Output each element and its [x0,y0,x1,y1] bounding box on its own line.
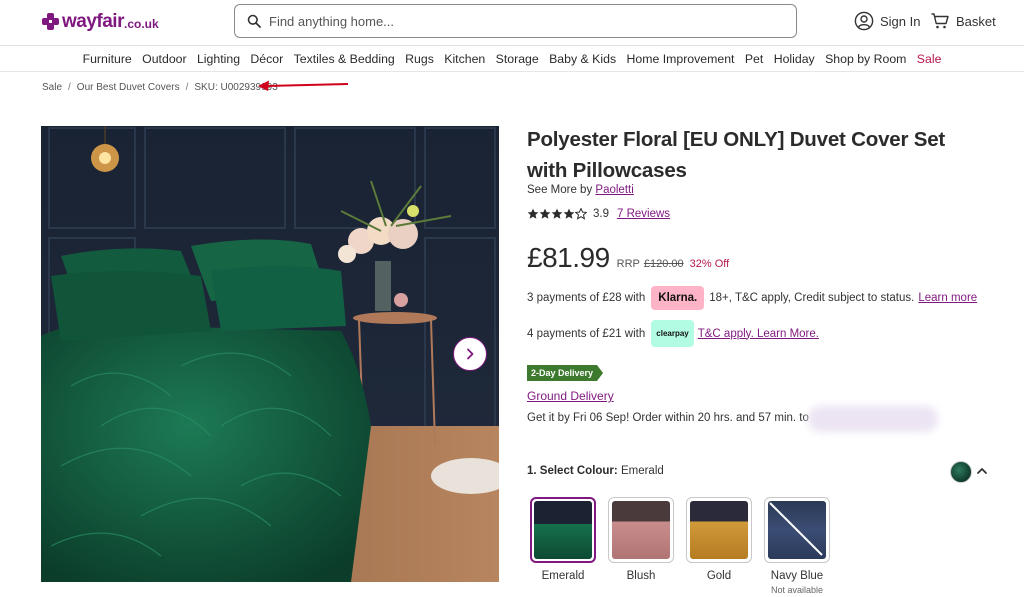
nav-item-storage[interactable]: Storage [496,52,539,66]
logo-mark-icon [42,13,60,31]
chevron-up-icon[interactable] [976,466,988,476]
swatch-navy-blue[interactable] [764,497,830,563]
klarna-row: 3 payments of £28 with Klarna. 18+, T&C … [527,286,977,310]
rrp-value: £120.00 [643,258,684,270]
rating-stars [527,208,587,220]
clearpay-text: 4 payments of £21 with [527,327,646,340]
discount-badge: 32% Off [689,258,730,270]
nav-item-pet[interactable]: Pet [745,52,763,66]
swatch-label-navy-blue: Navy Blue [770,570,824,582]
breadcrumb-duvet-covers[interactable]: Our Best Duvet Covers [77,82,180,93]
basket-button[interactable]: Basket [930,11,996,31]
star-empty-icon [575,208,587,220]
breadcrumb: Sale / Our Best Duvet Covers / SKU: U002… [42,82,278,93]
category-nav: Furniture Outdoor Lighting Décor Textile… [0,47,1024,72]
rating-value: 3.9 [593,208,609,220]
breadcrumb-separator: / [185,82,189,93]
see-more-label: See More by [527,184,593,196]
bedroom-photo [41,126,499,582]
brand-link[interactable]: Paoletti [595,184,633,196]
postcode-redacted[interactable] [808,406,938,432]
klarna-learn-more-link[interactable]: Learn more [918,292,977,304]
search-icon [247,14,261,28]
delivery-badge: 2-Day Delivery [527,365,604,381]
breadcrumb-separator: / [68,82,71,93]
nav-item-baby-kids[interactable]: Baby & Kids [549,52,616,66]
swatch-label-gold: Gold [706,570,732,582]
klarna-text: 3 payments of £28 with [527,292,646,304]
star-filled-icon [563,208,575,219]
product-image[interactable] [41,126,499,582]
search-input[interactable] [269,13,769,29]
nav-item-textiles-bedding[interactable]: Textiles & Bedding [294,52,395,66]
star-filled-icon [539,208,551,219]
logo-text: wayfair [62,11,124,32]
product-rating: 3.9 7 Reviews [527,208,670,220]
site-header: wayfair .co.uk Sign In Basket [0,0,1024,46]
swatch-emerald-image [534,501,592,559]
user-icon [854,11,874,31]
clearpay-learn-more-link[interactable]: T&C apply. Learn More. [698,328,819,340]
nav-item-home-improvement[interactable]: Home Improvement [626,52,734,66]
nav-item-rugs[interactable]: Rugs [405,52,434,66]
product-title: Polyester Floral [EU ONLY] Duvet Cover S… [527,128,946,182]
ground-delivery-link[interactable]: Ground Delivery [527,389,614,403]
swatch-label-emerald: Emerald [541,570,585,582]
swatch-label-blush: Blush [626,570,656,582]
swatch-gold-image [690,501,748,559]
star-filled-icon [551,208,563,219]
nav-item-shop-by-room[interactable]: Shop by Room [825,52,906,66]
nav-item-furniture[interactable]: Furniture [83,52,132,66]
colour-label: 1. Select Colour: [527,465,618,477]
swatch-blush-image [612,501,670,559]
see-more-brand: See More by Paoletti [527,184,634,196]
rrp-label: RRP [616,258,640,270]
clearpay-row: 4 payments of £21 with clearpay T&C appl… [527,320,819,347]
chevron-right-icon [467,348,474,360]
nav-item-sale[interactable]: Sale [917,52,942,66]
colour-value: Emerald [620,465,664,477]
next-image-button[interactable] [453,337,487,371]
nav-item-outdoor[interactable]: Outdoor [142,52,186,66]
sale-price: £81.99 [527,242,610,273]
nav-item-lighting[interactable]: Lighting [197,52,240,66]
star-filled-icon [527,208,539,219]
sign-in-label: Sign In [880,13,921,29]
rrp: RRP £120.00 [617,258,684,270]
nav-item-decor[interactable]: Décor [250,52,283,66]
swatch-blush[interactable] [608,497,674,563]
breadcrumb-sale[interactable]: Sale [42,82,62,93]
unavailable-slash-icon [769,502,823,556]
swatch-emerald[interactable] [530,497,596,563]
delivery-estimate: Get it by Fri 06 Sep! Order within 20 hr… [527,412,809,424]
swatch-availability-navy-blue: Not available [770,585,824,595]
price-row: £81.99 RRP £120.00 32% Off [527,242,729,274]
sign-in-button[interactable]: Sign In [854,11,920,31]
selected-colour-swatch [950,461,972,483]
nav-item-kitchen[interactable]: Kitchen [444,52,485,66]
klarna-terms: 18+, T&C apply, Credit subject to status… [709,292,915,304]
reviews-link[interactable]: 7 Reviews [617,208,670,220]
klarna-logo: Klarna. [651,286,705,310]
search-box[interactable] [234,4,797,38]
logo-tld: .co.uk [123,17,159,31]
swatch-navy-blue-image [768,501,826,559]
cart-icon [931,13,949,29]
colour-selector-label: 1. Select Colour: Emerald [527,465,664,477]
basket-label: Basket [956,13,996,29]
nav-item-holiday[interactable]: Holiday [774,52,815,66]
annotation-arrow-icon [258,80,349,91]
clearpay-logo: clearpay [651,320,694,347]
swatch-gold[interactable] [686,497,752,563]
wayfair-logo[interactable]: wayfair .co.uk [42,11,159,33]
